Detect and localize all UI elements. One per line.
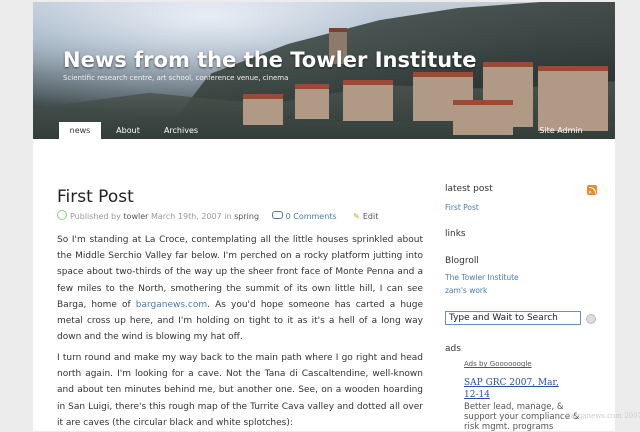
browser-page: News from the the Towler Institute Scien… — [0, 0, 640, 432]
clock-icon — [57, 210, 67, 220]
blogroll-heading: Blogroll — [445, 256, 479, 266]
pencil-icon: ✎ — [353, 212, 360, 221]
comment-icon — [271, 211, 283, 219]
edit-link[interactable]: Edit — [363, 212, 379, 221]
in-text: in — [224, 212, 232, 221]
header-photo-house — [343, 80, 393, 121]
content-area: First Post Published by towler March 19t… — [33, 139, 615, 432]
header-photo-house — [295, 84, 329, 119]
tab-news[interactable]: news — [59, 122, 101, 139]
site-admin-link[interactable]: Site Admin — [531, 122, 591, 139]
post-author: towler — [123, 212, 149, 221]
site-header: News from the the Towler Institute Scien… — [33, 2, 615, 139]
latest-post-heading: latest post — [445, 184, 493, 194]
site-description: Scientific research centre, art school, … — [63, 74, 289, 82]
watermark: barganews.com 2007 — [566, 412, 640, 420]
comments-link[interactable]: 0 Comments — [286, 212, 337, 221]
paragraph-text: So I'm standing at La Croce, contemplati… — [57, 235, 423, 310]
nav-bar: news About Archives Site Admin — [33, 122, 615, 139]
search-input[interactable] — [445, 311, 581, 325]
post-title[interactable]: First Post — [57, 187, 134, 207]
header-photo-house — [243, 94, 283, 125]
tab-about[interactable]: About — [109, 122, 147, 139]
post-paragraph-2: I turn round and make my way back to the… — [57, 353, 423, 428]
ad-title-link[interactable]: SAP GRC 2007, Mar, 12-14 — [464, 377, 574, 401]
blogroll-item-towler-institute[interactable]: The Towler Institute — [445, 273, 519, 282]
published-by-text: Published by — [70, 212, 121, 221]
tab-archives[interactable]: Archives — [157, 122, 205, 139]
post-category[interactable]: spring — [234, 212, 259, 221]
post-date: March 19th, 2007 — [150, 212, 222, 221]
post-paragraph-1: So I'm standing at La Croce, contemplati… — [57, 232, 423, 345]
barganews-link[interactable]: barganews.com — [136, 300, 207, 310]
latest-post-link[interactable]: First Post — [445, 203, 479, 212]
rss-icon[interactable] — [587, 185, 597, 195]
post-meta: Published by towler March 19th, 2007 in … — [57, 210, 378, 221]
search-go-icon[interactable] — [586, 314, 596, 324]
links-heading: links — [445, 229, 466, 239]
ads-heading: ads — [445, 344, 461, 354]
ads-by-google-link[interactable]: Ads by Goooooogle — [464, 360, 532, 368]
site-title[interactable]: News from the the Towler Institute — [63, 48, 476, 72]
blogroll-item-zams-work[interactable]: zam's work — [445, 286, 487, 295]
